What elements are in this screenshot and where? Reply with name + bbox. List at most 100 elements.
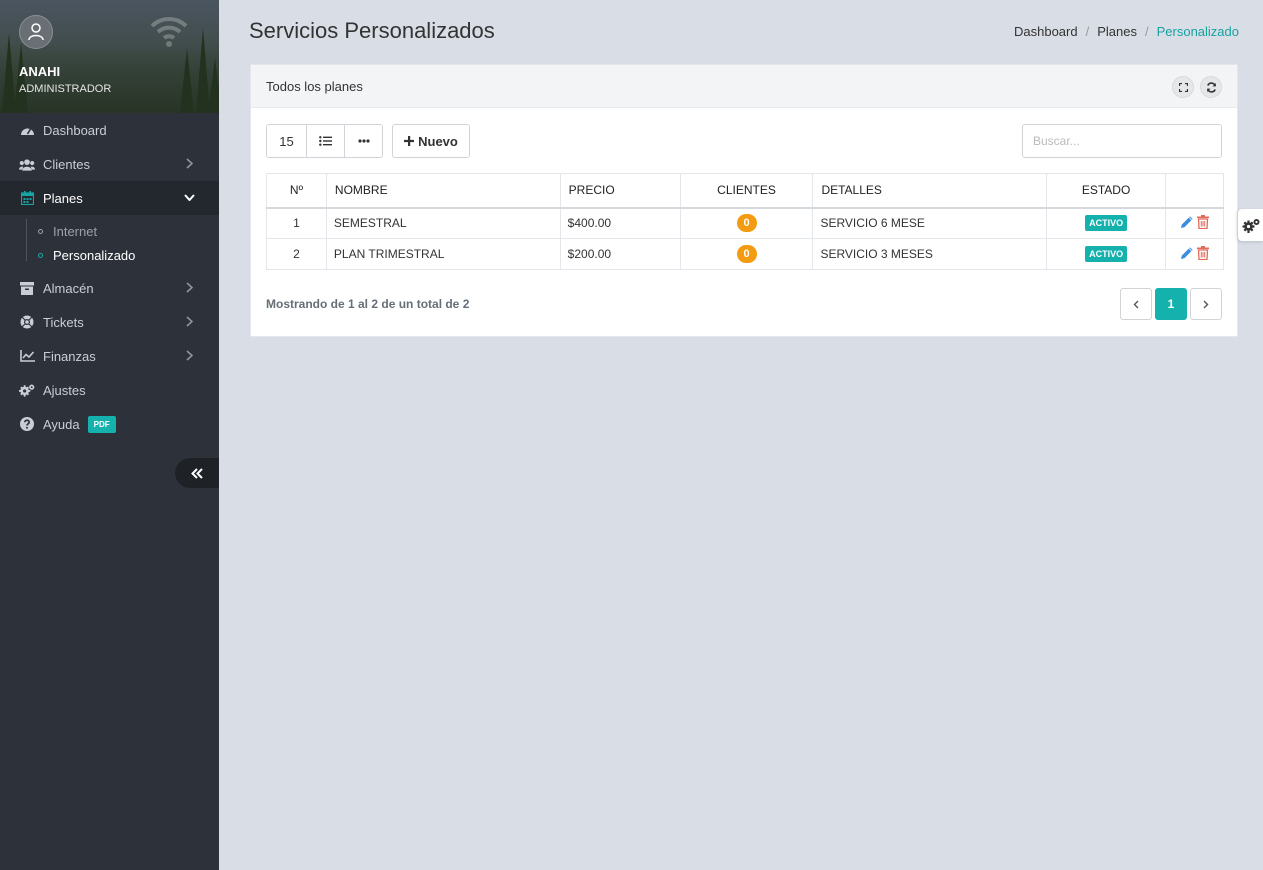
clients-count-badge[interactable]: 0 bbox=[736, 245, 757, 263]
table-header-row: Nº NOMBRE PRECIO CLIENTES DETALLES ESTAD… bbox=[266, 173, 1224, 209]
refresh-button[interactable] bbox=[1200, 76, 1222, 98]
table-toolbar: 15 Nuevo bbox=[266, 124, 470, 158]
more-options-button[interactable] bbox=[345, 125, 382, 157]
new-plan-button[interactable]: Nuevo bbox=[392, 124, 470, 158]
fullscreen-button[interactable] bbox=[1172, 76, 1194, 98]
cell-clients: 0 bbox=[679, 238, 814, 270]
users-icon bbox=[19, 156, 35, 172]
edit-button[interactable] bbox=[1180, 246, 1194, 263]
sidebar-subitem-internet[interactable]: Internet bbox=[0, 219, 219, 243]
archive-icon bbox=[19, 280, 35, 296]
sidebar-menu: Dashboard Clientes Planes Internet Perso… bbox=[0, 113, 219, 441]
pagination-page-button[interactable]: 1 bbox=[1155, 288, 1187, 320]
cell-details: SERVICIO 3 MESES bbox=[812, 238, 1048, 270]
planes-submenu: Internet Personalizado bbox=[0, 215, 219, 271]
sidebar-item-tickets[interactable]: Tickets bbox=[0, 305, 219, 339]
sidebar-item-almacen[interactable]: Almacén bbox=[0, 271, 219, 305]
breadcrumb-planes[interactable]: Planes bbox=[1097, 24, 1137, 39]
column-header-name[interactable]: NOMBRE bbox=[325, 173, 561, 209]
bullet-icon bbox=[38, 252, 43, 258]
bullet-icon bbox=[38, 228, 43, 234]
delete-button[interactable] bbox=[1197, 214, 1210, 232]
pdf-badge[interactable]: PDF bbox=[87, 415, 116, 433]
sidebar: ANAHI ADMINISTRADOR Dashboard Clientes P… bbox=[0, 0, 219, 870]
dashboard-icon bbox=[19, 122, 35, 138]
cell-number: 2 bbox=[266, 238, 327, 270]
cell-name: SEMESTRAL bbox=[325, 207, 561, 239]
status-badge: ACTIVO bbox=[1085, 246, 1128, 262]
chevron-down-icon bbox=[184, 194, 195, 201]
user-role: ADMINISTRADOR bbox=[19, 83, 112, 95]
cell-number: 1 bbox=[266, 207, 327, 239]
sidebar-item-label: Ayuda bbox=[43, 416, 80, 432]
chevron-right-icon bbox=[186, 316, 193, 327]
status-badge: ACTIVO bbox=[1085, 215, 1128, 232]
sidebar-item-label: Dashboard bbox=[43, 122, 107, 138]
column-header-actions bbox=[1165, 173, 1224, 209]
sidebar-item-ayuda[interactable]: Ayuda PDF bbox=[0, 407, 219, 441]
table-row: 1 SEMESTRAL $400.00 0 SERVICIO 6 MESE AC… bbox=[266, 207, 1224, 239]
sidebar-subitem-personalizado[interactable]: Personalizado bbox=[0, 243, 219, 267]
chevron-right-icon bbox=[186, 158, 193, 169]
cell-status: ACTIVO bbox=[1046, 238, 1167, 270]
clients-count-badge[interactable]: 0 bbox=[736, 214, 757, 233]
cell-actions bbox=[1165, 207, 1224, 239]
column-header-details[interactable]: DETALLES bbox=[812, 173, 1048, 209]
sidebar-item-label: Planes bbox=[43, 190, 83, 206]
question-circle-icon bbox=[19, 416, 35, 432]
sidebar-item-finanzas[interactable]: Finanzas bbox=[0, 339, 219, 373]
sidebar-item-planes[interactable]: Planes bbox=[0, 181, 219, 215]
breadcrumb: Dashboard / Planes / Personalizado bbox=[1014, 24, 1239, 39]
chart-line-icon bbox=[19, 348, 35, 364]
expand-icon bbox=[1178, 82, 1188, 92]
page-size-button[interactable]: 15 bbox=[267, 125, 307, 157]
trash-icon bbox=[1197, 214, 1210, 229]
sidebar-subitem-label: Personalizado bbox=[53, 247, 136, 263]
columns-button[interactable] bbox=[307, 125, 345, 157]
wifi-watermark-icon bbox=[150, 16, 188, 47]
sidebar-collapse-button[interactable] bbox=[175, 458, 219, 488]
chevron-right-icon bbox=[186, 282, 193, 293]
pagination-prev-button[interactable] bbox=[1120, 288, 1152, 320]
plus-icon bbox=[404, 136, 415, 146]
breadcrumb-separator: / bbox=[1085, 24, 1090, 39]
user-icon bbox=[28, 23, 44, 41]
delete-button[interactable] bbox=[1197, 245, 1210, 263]
column-header-price[interactable]: PRECIO bbox=[559, 173, 681, 209]
pagination: 1 bbox=[1120, 288, 1222, 320]
sidebar-item-dashboard[interactable]: Dashboard bbox=[0, 113, 219, 147]
sidebar-item-label: Tickets bbox=[43, 314, 84, 330]
sidebar-item-label: Ajustes bbox=[43, 382, 86, 398]
panel-title: Todos los planes bbox=[266, 78, 363, 94]
pencil-icon bbox=[1180, 216, 1193, 228]
list-icon bbox=[319, 136, 332, 146]
user-name: ANAHI bbox=[19, 64, 61, 79]
sidebar-subitem-label: Internet bbox=[53, 223, 98, 239]
new-plan-label: Nuevo bbox=[418, 133, 458, 149]
sidebar-item-ajustes[interactable]: Ajustes bbox=[0, 373, 219, 407]
double-chevron-left-icon bbox=[191, 467, 203, 479]
sidebar-item-label: Finanzas bbox=[43, 348, 96, 364]
panel-header: Todos los planes bbox=[251, 65, 1237, 108]
cogs-icon bbox=[19, 382, 35, 398]
search-input[interactable] bbox=[1022, 124, 1222, 158]
table-options-group: 15 bbox=[266, 124, 383, 158]
column-header-status[interactable]: ESTADO bbox=[1046, 173, 1167, 209]
chevron-right-icon bbox=[186, 350, 193, 361]
lifebuoy-icon bbox=[19, 314, 35, 330]
pagination-next-button[interactable] bbox=[1190, 288, 1222, 320]
breadcrumb-dashboard[interactable]: Dashboard bbox=[1014, 24, 1078, 39]
edit-button[interactable] bbox=[1180, 215, 1194, 232]
breadcrumb-current: Personalizado bbox=[1156, 24, 1239, 39]
avatar[interactable] bbox=[19, 15, 53, 49]
table-info: Mostrando de 1 al 2 de un total de 2 bbox=[266, 297, 470, 311]
column-header-clients[interactable]: CLIENTES bbox=[679, 173, 814, 209]
sidebar-item-clientes[interactable]: Clientes bbox=[0, 147, 219, 181]
pencil-icon bbox=[1180, 246, 1193, 259]
column-header-number[interactable]: Nº bbox=[266, 173, 327, 209]
cell-actions bbox=[1165, 238, 1224, 270]
profile-header: ANAHI ADMINISTRADOR bbox=[0, 0, 219, 113]
sidebar-item-label: Almacén bbox=[43, 280, 94, 296]
settings-panel-toggle[interactable] bbox=[1238, 209, 1263, 241]
trash-icon bbox=[1197, 245, 1210, 260]
